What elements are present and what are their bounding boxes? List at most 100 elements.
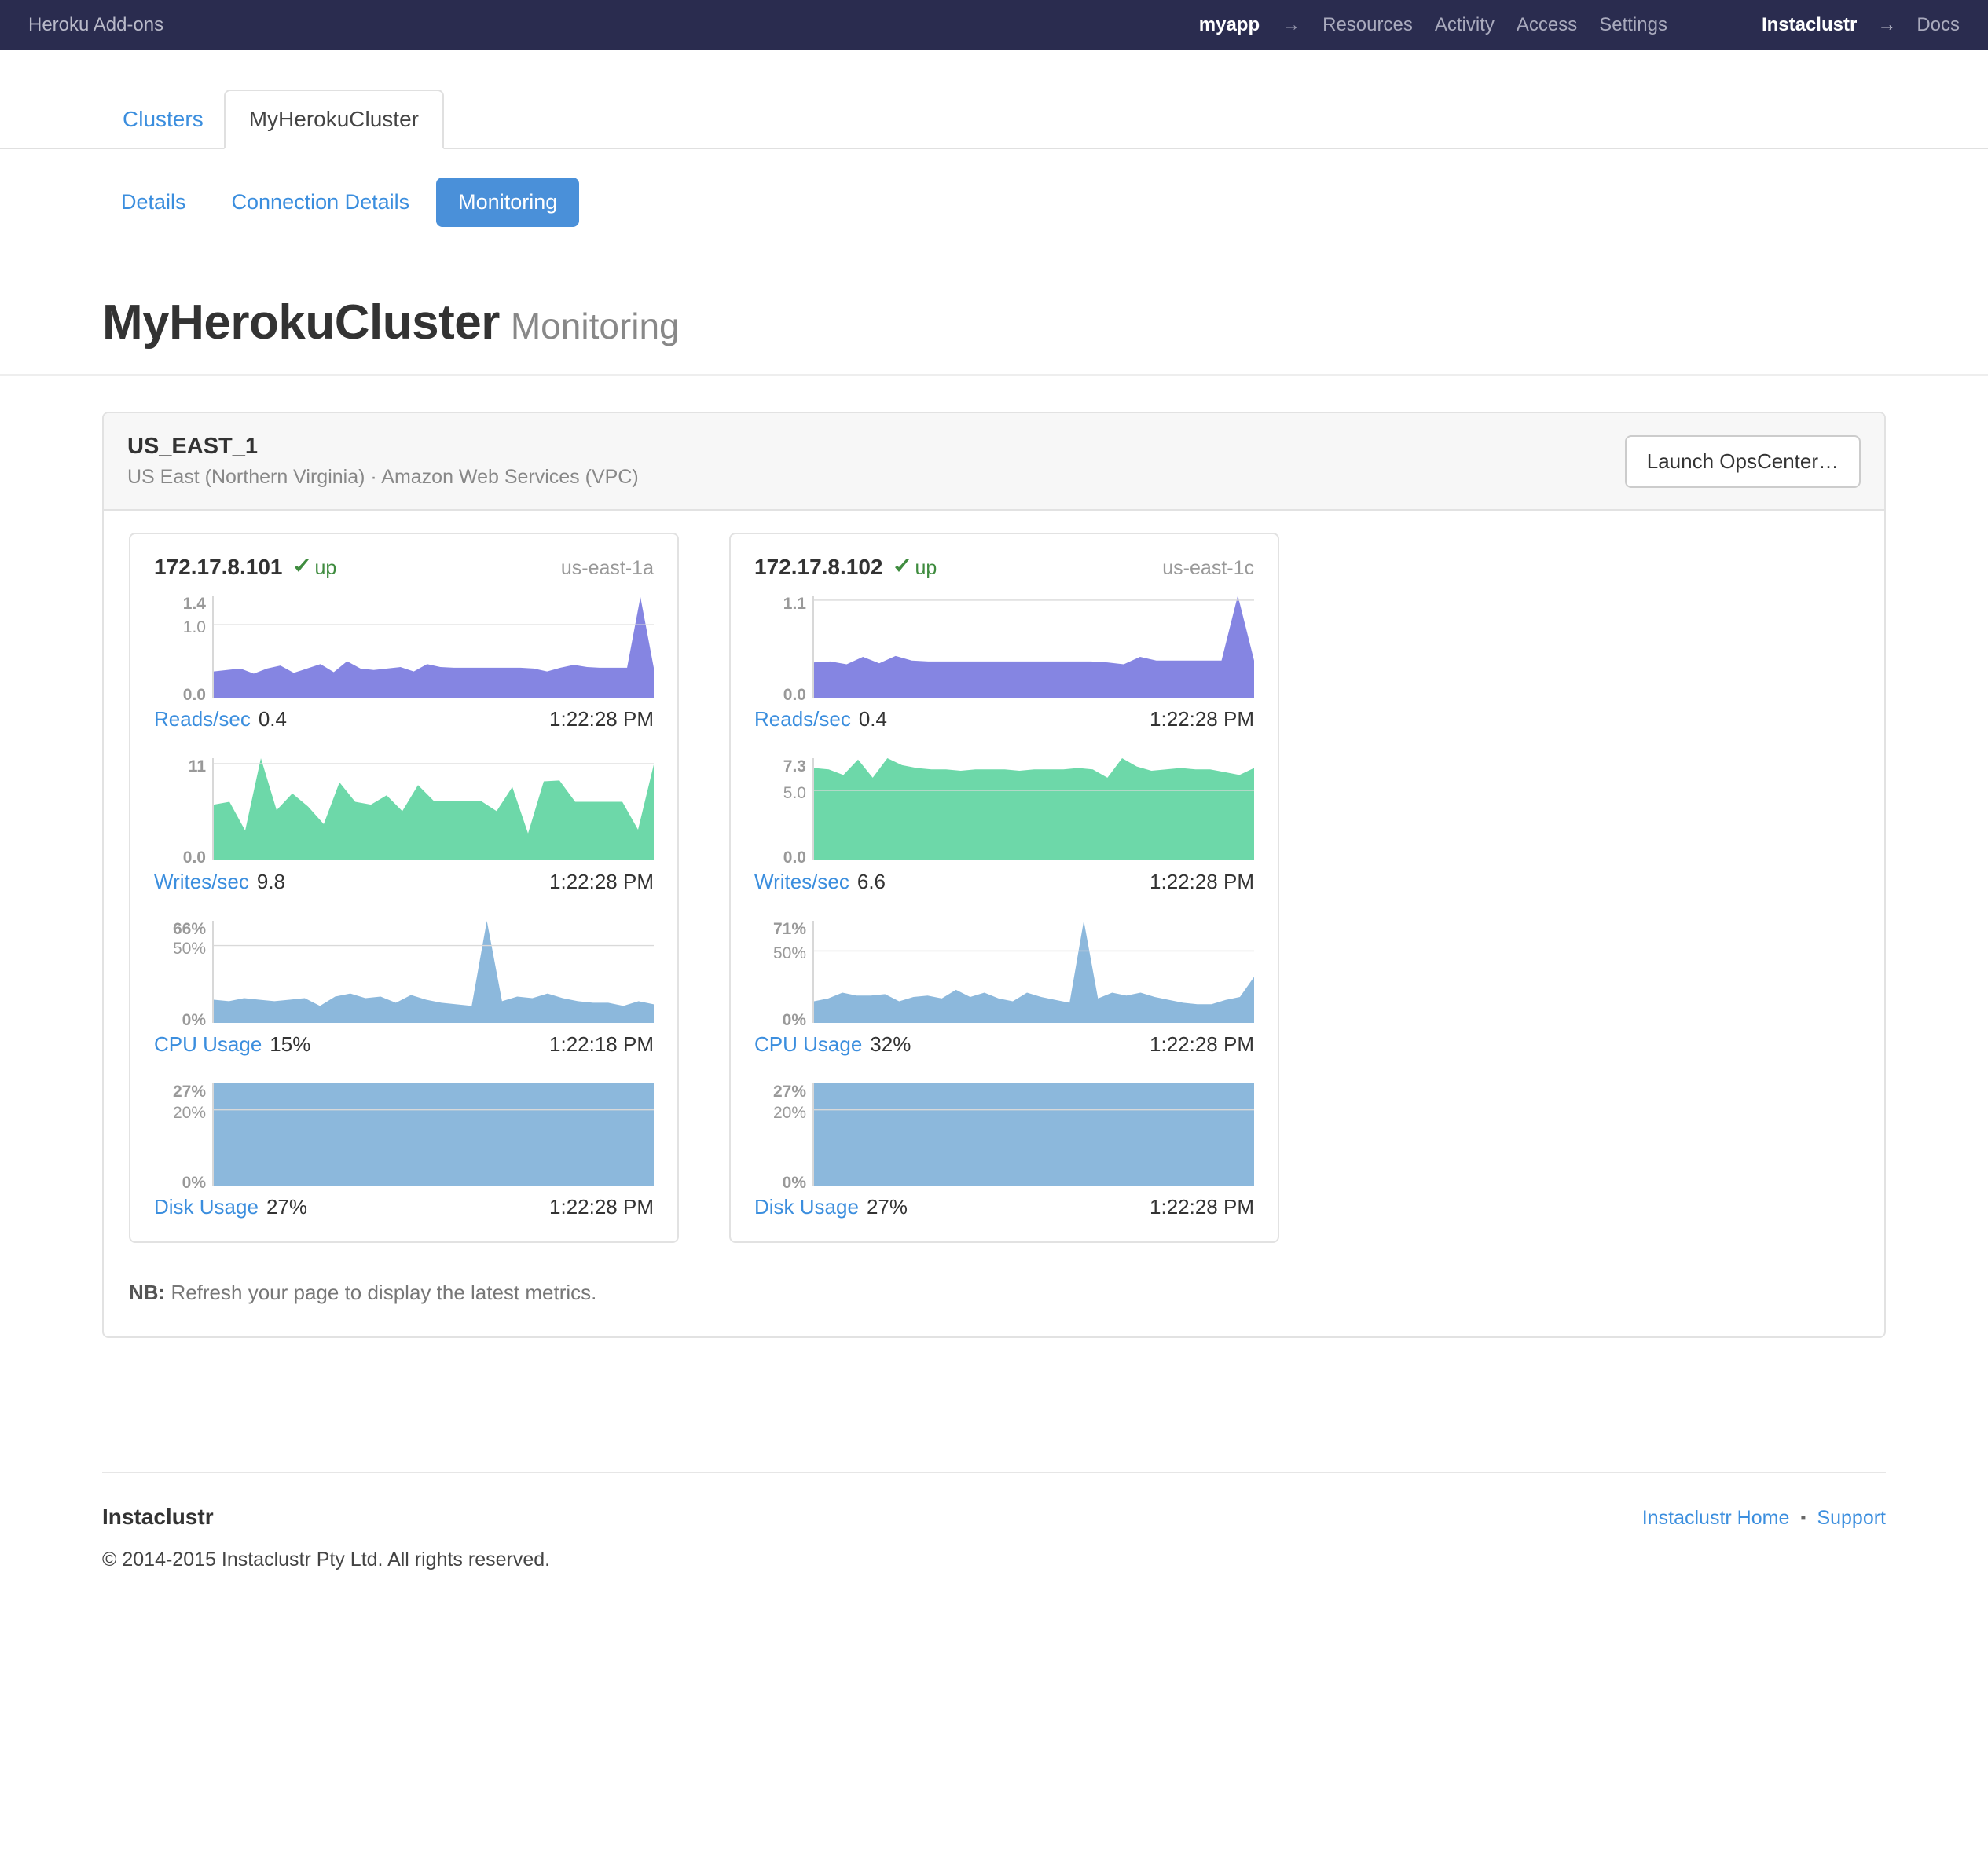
node-card: 172.17.8.101 up us-east-1a 1.4 1.0 0.0 R… — [129, 533, 679, 1243]
node-status: up — [893, 555, 937, 580]
heroku-vendor-nav: Instaclustr → Docs — [1762, 14, 1960, 36]
vendor-name[interactable]: Instaclustr — [1762, 14, 1857, 36]
page-title-main: MyHerokuCluster — [102, 295, 500, 350]
axis-tick-label: 0.0 — [783, 849, 806, 867]
chart-plot — [212, 921, 654, 1023]
y-axis: 7.3 5.0 0.0 — [754, 758, 812, 866]
metric-chart: 71% 50% 0% — [754, 920, 1254, 1028]
refresh-note: NB: Refresh your page to display the lat… — [104, 1243, 1884, 1336]
subtab-details[interactable]: Details — [102, 179, 205, 225]
subtab-connection-details[interactable]: Connection Details — [213, 179, 429, 225]
metric-name[interactable]: Disk Usage — [154, 1195, 259, 1219]
node-header: 172.17.8.101 up us-east-1a — [154, 555, 654, 580]
axis-tick-label: 20% — [772, 1103, 806, 1122]
axis-tick-label: 71% — [772, 920, 806, 938]
footer-copyright: © 2014-2015 Instaclustr Pty Ltd. All rig… — [102, 1549, 551, 1571]
metric-name[interactable]: Reads/sec — [754, 707, 851, 731]
metric-value: 6.6 — [856, 870, 886, 893]
axis-tick-label: 0% — [782, 1174, 806, 1192]
metric-value: 32% — [870, 1032, 911, 1056]
metric-value: 9.8 — [256, 870, 286, 893]
metric-reads: 1.4 1.0 0.0 Reads/sec 0.4 1:22:28 PM — [154, 596, 654, 731]
heroku-topbar: Heroku Add-ons myapp → Resources Activit… — [0, 0, 1988, 50]
cluster-subtabs: Details Connection Details Monitoring — [0, 178, 1988, 227]
node-status-label: up — [915, 557, 937, 579]
metric-name[interactable]: Reads/sec — [154, 707, 251, 731]
node-card: 172.17.8.102 up us-east-1c 1.1 0.0 Reads… — [729, 533, 1279, 1243]
chart-plot — [212, 596, 654, 698]
axis-tick-label: 27% — [172, 1083, 206, 1101]
heroku-brand: Heroku Add-ons — [28, 14, 164, 35]
page-footer: Instaclustr Instaclustr Home ▪ Support ©… — [102, 1472, 1886, 1571]
app-name-link[interactable]: myapp — [1199, 14, 1260, 36]
nav-link-settings[interactable]: Settings — [1599, 14, 1667, 36]
metric-timestamp: 1:22:28 PM — [549, 1195, 654, 1219]
subtab-monitoring[interactable]: Monitoring — [436, 178, 580, 227]
axis-tick-label: 0.0 — [783, 686, 806, 704]
nav-link-access[interactable]: Access — [1517, 14, 1577, 36]
footer-link-support[interactable]: Support — [1817, 1507, 1886, 1530]
metric-timestamp: 1:22:28 PM — [1150, 870, 1254, 893]
footer-top-row: Instaclustr Instaclustr Home ▪ Support — [102, 1505, 1886, 1530]
axis-tick-label: 0.0 — [182, 686, 206, 704]
refresh-note-text: Refresh your page to display the latest … — [165, 1281, 597, 1304]
page-title: MyHerokuCluster Monitoring — [0, 295, 1988, 376]
page-title-sub: Monitoring — [510, 306, 680, 346]
metric-value: 0.4 — [258, 707, 287, 731]
launch-opscenter-button[interactable]: Launch OpsCenter… — [1624, 434, 1861, 488]
node-ip: 172.17.8.101 — [154, 555, 283, 579]
node-availability-zone: us-east-1a — [560, 557, 654, 579]
axis-tick-label: 20% — [172, 1103, 206, 1122]
tab-myherokucluster[interactable]: MyHerokuCluster — [223, 90, 444, 149]
node-availability-zone: us-east-1c — [1162, 557, 1254, 579]
metric-footer: CPU Usage 32% 1:22:28 PM — [754, 1032, 1254, 1057]
nav-link-activity[interactable]: Activity — [1435, 14, 1495, 36]
metric-cpu: 71% 50% 0% CPU Usage 32% 1:22:28 PM — [754, 921, 1254, 1057]
area-chart-svg — [214, 1083, 654, 1186]
metric-name[interactable]: Writes/sec — [754, 870, 849, 894]
metric-name[interactable]: CPU Usage — [154, 1032, 262, 1057]
region-panel: US_EAST_1 US East (Northern Virginia) · … — [102, 412, 1886, 1338]
axis-tick-label: 1.1 — [783, 595, 806, 613]
metric-writes: 7.3 5.0 0.0 Writes/sec 6.6 1:22:28 PM — [754, 758, 1254, 894]
metric-chart: 27% 20% 0% — [154, 1083, 654, 1191]
metric-timestamp: 1:22:28 PM — [549, 870, 654, 893]
node-header: 172.17.8.102 up us-east-1c — [754, 555, 1254, 580]
metric-timestamp: 1:22:28 PM — [1150, 1195, 1254, 1219]
metric-footer: Writes/sec 6.6 1:22:28 PM — [754, 870, 1254, 894]
axis-tick-label: 50% — [772, 944, 806, 963]
area-chart-svg — [214, 921, 654, 1023]
metric-disk: 27% 20% 0% Disk Usage 27% 1:22:28 PM — [754, 1083, 1254, 1219]
heroku-app-nav: myapp → Resources Activity Access Settin… — [1199, 14, 1667, 36]
metric-name[interactable]: Writes/sec — [154, 870, 249, 894]
chart-plot — [812, 596, 1254, 698]
metric-disk: 27% 20% 0% Disk Usage 27% 1:22:28 PM — [154, 1083, 654, 1219]
footer-brand: Instaclustr — [102, 1505, 214, 1529]
chart-plot — [812, 921, 1254, 1023]
chart-plot — [812, 1083, 1254, 1186]
axis-tick-label: 1.4 — [182, 595, 206, 613]
chart-plot — [812, 758, 1254, 860]
metric-name[interactable]: CPU Usage — [754, 1032, 862, 1057]
metric-footer: Reads/sec 0.4 1:22:28 PM — [754, 707, 1254, 731]
node-ip: 172.17.8.102 — [754, 555, 883, 579]
nav-link-docs[interactable]: Docs — [1916, 14, 1960, 36]
y-axis: 71% 50% 0% — [754, 920, 812, 1028]
node-card-list: 172.17.8.101 up us-east-1a 1.4 1.0 0.0 R… — [104, 511, 1884, 1243]
node-status: up — [292, 555, 336, 580]
metric-timestamp: 1:22:28 PM — [549, 707, 654, 731]
footer-links: Instaclustr Home ▪ Support — [1642, 1507, 1886, 1530]
nav-link-resources[interactable]: Resources — [1322, 14, 1413, 36]
metric-value: 27% — [866, 1195, 908, 1219]
metric-chart: 7.3 5.0 0.0 — [754, 758, 1254, 866]
metric-chart: 1.1 0.0 — [754, 595, 1254, 703]
metric-value: 15% — [270, 1032, 311, 1056]
check-icon — [292, 557, 310, 574]
metric-chart: 66% 50% 0% — [154, 921, 654, 1028]
region-texts: US_EAST_1 US East (Northern Virginia) · … — [127, 434, 1625, 489]
metric-name[interactable]: Disk Usage — [754, 1195, 859, 1219]
tab-clusters[interactable]: Clusters — [102, 93, 224, 148]
footer-link-instaclustr-home[interactable]: Instaclustr Home — [1642, 1507, 1790, 1530]
axis-tick-label: 0% — [782, 1011, 806, 1029]
refresh-note-label: NB: — [129, 1281, 166, 1304]
